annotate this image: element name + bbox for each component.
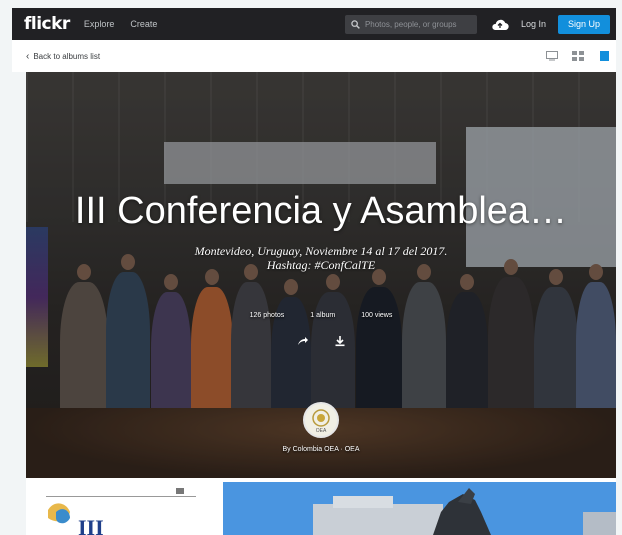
grid-view-icon[interactable] — [572, 51, 584, 61]
share-icon[interactable] — [296, 335, 308, 347]
search-box[interactable] — [344, 14, 477, 34]
view-count: 100 views — [361, 312, 393, 319]
album-byline[interactable]: By Colombia OEA · OEA — [26, 446, 616, 453]
slideshow-view-icon[interactable] — [546, 51, 558, 61]
photo-thumbnail[interactable] — [223, 482, 616, 535]
album-photo-grid: III — [26, 478, 616, 535]
nav-create[interactable]: Create — [130, 19, 157, 29]
album-description: Montevideo, Uruguay, Noviembre 14 al 17 … — [26, 244, 616, 272]
login-link[interactable]: Log In — [521, 19, 546, 29]
thumbnail-logo-image: III — [46, 488, 196, 535]
chevron-left-icon: ‹ — [26, 50, 30, 62]
album-actions — [26, 335, 616, 347]
view-switcher — [546, 51, 610, 61]
photo-thumbnail[interactable]: III — [26, 482, 223, 535]
search-icon — [351, 19, 360, 29]
seal-icon: OEA — [312, 409, 330, 434]
search-input[interactable] — [364, 19, 471, 29]
signup-button[interactable]: Sign Up — [557, 14, 610, 34]
upload-cloud-icon — [492, 19, 509, 30]
description-line: Montevideo, Uruguay, Noviembre 14 al 17 … — [194, 244, 448, 258]
thumbnail-monument-image — [223, 482, 616, 535]
album-subbar: ‹ Back to albums list — [12, 40, 616, 72]
owner-avatar[interactable]: OEA — [303, 402, 339, 438]
list-view-icon[interactable] — [598, 51, 610, 61]
upload-button[interactable] — [491, 18, 509, 31]
description-line: Hashtag: #ConfCalTE — [266, 258, 376, 272]
svg-text:III: III — [78, 515, 104, 535]
photo-count: 126 photos — [249, 312, 285, 319]
download-icon[interactable] — [334, 335, 346, 347]
album-cover: III Conferencia y Asamblea… Montevideo, … — [26, 72, 616, 478]
back-label: Back to albums list — [33, 51, 101, 61]
album-count: 1 album — [310, 312, 336, 319]
nav-explore[interactable]: Explore — [84, 19, 115, 29]
back-to-albums-link[interactable]: ‹ Back to albums list — [26, 51, 100, 62]
album-stats: 126 photos 1 album 100 views — [26, 312, 616, 319]
avatar-text: OEA — [316, 428, 327, 434]
album-title: III Conferencia y Asamblea… — [74, 190, 568, 232]
flickr-logo[interactable]: flickr — [24, 14, 70, 34]
top-navigation-bar: flickr Explore Create Log In Sign Up — [12, 8, 616, 40]
